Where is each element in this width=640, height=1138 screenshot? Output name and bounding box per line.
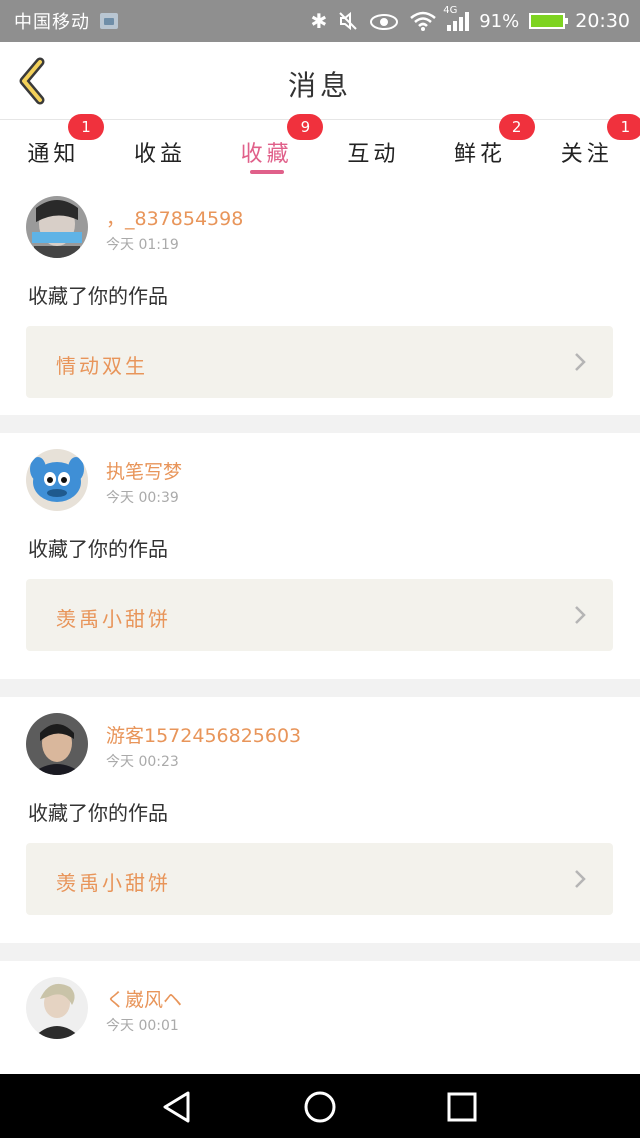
header: 消息 xyxy=(0,42,640,120)
avatar[interactable] xyxy=(26,713,88,775)
wifi-icon xyxy=(410,11,437,31)
tab-label: 关注 xyxy=(560,142,613,167)
network-type: 4G xyxy=(443,5,458,16)
list-item: 游客1572456825603 今天 00:23 收藏了你的作品 羡禹小甜饼 xyxy=(0,697,640,943)
tab-label: 互动 xyxy=(347,142,400,167)
silent-icon xyxy=(339,11,357,31)
work-title: 情动双生 xyxy=(56,354,148,378)
status-bar: 中国移动 ✱ 4G 91% 20:30 xyxy=(0,0,640,42)
timestamp: 今天 00:39 xyxy=(106,490,179,506)
work-title: 羡禹小甜饼 xyxy=(56,871,171,895)
tab-notifications[interactable]: 通知 1 xyxy=(0,114,107,180)
battery-icon xyxy=(529,13,569,29)
avatar[interactable] xyxy=(26,977,88,1039)
carrier-name: 中国移动 xyxy=(14,12,90,33)
recents-square-icon[interactable] xyxy=(445,1090,479,1124)
tab-badge: 1 xyxy=(607,114,640,140)
divider xyxy=(0,679,640,697)
tab-badge: 2 xyxy=(498,114,535,140)
tab-bar: 通知 1 收益 收藏 9 互动 鲜花 2 关注 1 xyxy=(0,114,640,180)
tab-label: 鲜花 xyxy=(454,142,507,167)
signal-icon: 4G xyxy=(443,5,470,31)
tab-earnings[interactable]: 收益 xyxy=(107,120,214,180)
timestamp: 今天 00:23 xyxy=(106,754,179,770)
timestamp: 今天 01:19 xyxy=(106,237,179,253)
avatar[interactable] xyxy=(26,449,88,511)
work-link[interactable]: 情动双生 xyxy=(26,326,613,398)
divider xyxy=(0,415,640,433)
navigation-bar xyxy=(0,1074,640,1138)
tab-badge: 1 xyxy=(68,114,104,140)
clock: 20:30 xyxy=(575,10,630,32)
eye-comfort-icon xyxy=(370,14,399,30)
chevron-right-icon xyxy=(575,353,586,371)
list-item: く崴风ヘ 今天 00:01 xyxy=(0,961,640,1081)
active-tab-indicator xyxy=(249,170,284,174)
work-link[interactable]: 羡禹小甜饼 xyxy=(26,579,613,651)
chevron-right-icon xyxy=(575,606,586,624)
list-item: ，_837854598 今天 01:19 收藏了你的作品 情动双生 xyxy=(0,180,640,415)
image-notification-icon xyxy=(100,13,118,29)
chevron-right-icon xyxy=(575,870,586,888)
username[interactable]: 游客1572456825603 xyxy=(106,721,301,748)
bluetooth-icon: ✱ xyxy=(310,9,328,33)
username[interactable]: ，_837854598 xyxy=(106,204,243,231)
message-list: ，_837854598 今天 01:19 收藏了你的作品 情动双生 执笔写梦 今… xyxy=(0,180,640,1081)
action-text: 收藏了你的作品 xyxy=(28,284,168,308)
back-triangle-icon[interactable] xyxy=(160,1090,194,1124)
list-item: 执笔写梦 今天 00:39 收藏了你的作品 羡禹小甜饼 xyxy=(0,433,640,679)
divider xyxy=(0,943,640,961)
timestamp: 今天 00:01 xyxy=(106,1018,179,1034)
battery-percent: 91% xyxy=(479,10,520,32)
avatar[interactable] xyxy=(26,196,88,258)
tab-interactions[interactable]: 互动 xyxy=(320,120,427,180)
page-title: 消息 xyxy=(287,69,352,102)
work-title: 羡禹小甜饼 xyxy=(56,607,171,631)
username[interactable]: く崴风ヘ xyxy=(106,985,182,1012)
action-text: 收藏了你的作品 xyxy=(28,537,168,561)
home-circle-icon[interactable] xyxy=(303,1090,337,1124)
action-text: 收藏了你的作品 xyxy=(28,801,168,825)
tab-label: 收益 xyxy=(134,142,187,167)
tab-flowers[interactable]: 鲜花 2 xyxy=(427,114,535,180)
tab-favorites[interactable]: 收藏 9 xyxy=(213,114,324,180)
username[interactable]: 执笔写梦 xyxy=(106,457,182,484)
tab-label: 通知 xyxy=(27,142,80,167)
tab-badge: 9 xyxy=(287,114,324,140)
work-link[interactable]: 羡禹小甜饼 xyxy=(26,843,613,915)
tab-label: 收藏 xyxy=(240,142,293,167)
tab-follows[interactable]: 关注 1 xyxy=(533,114,640,180)
